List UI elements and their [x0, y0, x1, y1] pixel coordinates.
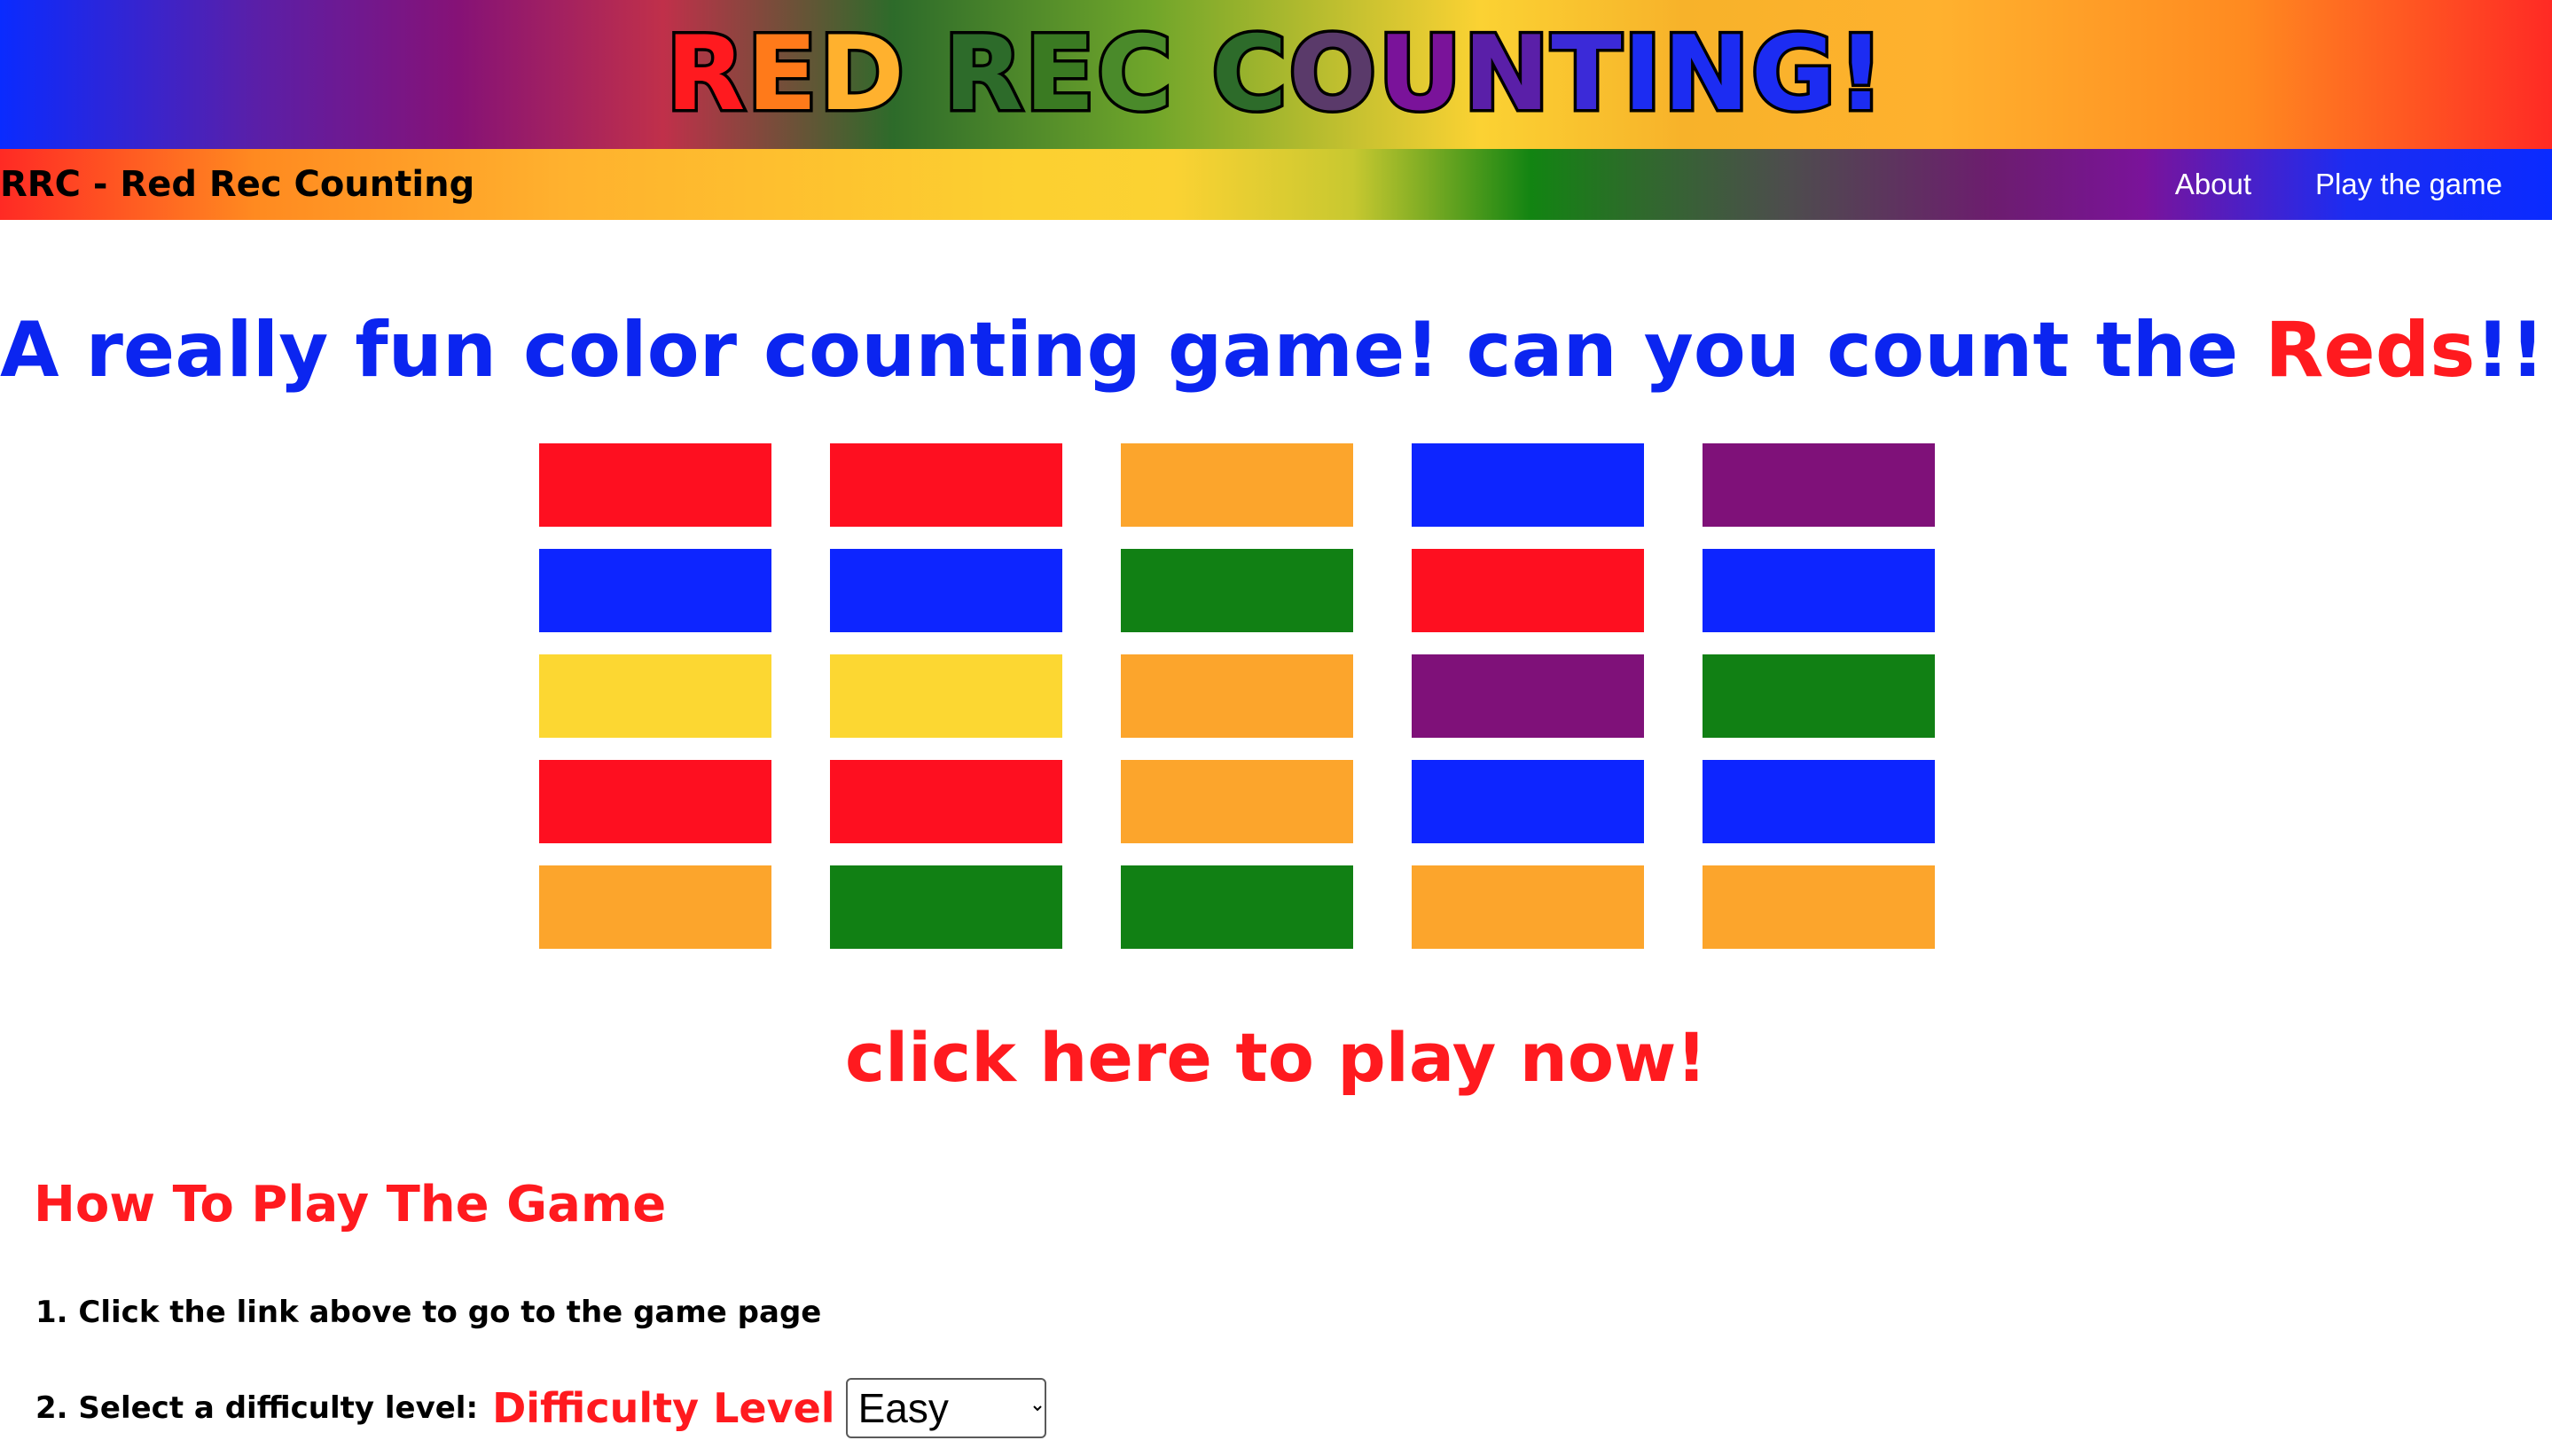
brand-link[interactable]: RRC - Red Rec Counting — [0, 149, 474, 220]
color-rectangle-red — [1412, 549, 1644, 632]
color-rectangle-green — [1121, 549, 1353, 632]
title-letter: E — [1022, 14, 1098, 134]
color-rectangle-red — [539, 760, 771, 843]
step-1: 1. Click the link above to go to the gam… — [35, 1295, 822, 1330]
color-rectangle-grid — [539, 443, 1935, 949]
site-banner: RED REC COUNTING! — [0, 0, 2552, 149]
headline: A really fun color counting game! can yo… — [0, 305, 2552, 395]
title-letter: R — [663, 14, 748, 134]
color-rectangle-purple — [1703, 443, 1935, 527]
color-rectangle-blue — [1703, 760, 1935, 843]
title-letter: ! — [1835, 14, 1888, 134]
title-letter: N — [1660, 14, 1752, 134]
site-title: RED REC COUNTING! — [663, 20, 1888, 129]
nav-links: About Play the game — [2175, 149, 2502, 220]
color-rectangle-red — [539, 443, 771, 527]
step-2: 2. Select a difficulty level: Difficulty… — [35, 1376, 1046, 1440]
color-rectangle-red — [830, 760, 1062, 843]
title-letter — [1174, 14, 1211, 134]
color-rectangle-blue — [1412, 760, 1644, 843]
difficulty-select[interactable]: Easy — [845, 1378, 1046, 1438]
title-letter: E — [744, 14, 820, 134]
step-2-text: 2. Select a difficulty level: — [35, 1390, 479, 1426]
title-letter: R — [941, 14, 1026, 134]
nav-link-play-the-game[interactable]: Play the game — [2315, 168, 2502, 201]
color-rectangle-blue — [830, 549, 1062, 632]
title-letter: I — [1620, 14, 1664, 134]
color-rectangle-orange — [1121, 760, 1353, 843]
color-rectangle-blue — [539, 549, 771, 632]
color-rectangle-yellow — [830, 654, 1062, 738]
headline-text: A really fun color counting game! can yo… — [0, 305, 2266, 395]
color-rectangle-yellow — [539, 654, 771, 738]
color-rectangle-green — [830, 865, 1062, 949]
difficulty-level-label: Difficulty Level — [492, 1384, 835, 1432]
title-letter: T — [1548, 14, 1624, 134]
title-letter: O — [1286, 14, 1380, 134]
title-letter: N — [1460, 14, 1553, 134]
color-rectangle-orange — [1121, 654, 1353, 738]
color-rectangle-orange — [1121, 443, 1353, 527]
color-rectangle-blue — [1703, 549, 1935, 632]
title-letter: C — [1093, 14, 1175, 134]
color-rectangle-purple — [1412, 654, 1644, 738]
color-rectangle-orange — [1412, 865, 1644, 949]
title-letter — [906, 14, 943, 134]
play-now-link[interactable]: click here to play now! — [0, 1018, 2552, 1097]
title-letter: C — [1209, 14, 1290, 134]
color-rectangle-green — [1703, 654, 1935, 738]
title-letter: G — [1748, 14, 1838, 134]
color-rectangle-orange — [1703, 865, 1935, 949]
title-letter: U — [1375, 14, 1465, 134]
headline-reds: Reds — [2265, 305, 2476, 395]
navbar: RRC - Red Rec Counting About Play the ga… — [0, 149, 2552, 220]
how-to-play-heading: How To Play The Game — [34, 1176, 667, 1233]
nav-link-about[interactable]: About — [2175, 168, 2251, 201]
headline-suffix: !!! — [2475, 305, 2552, 395]
color-rectangle-blue — [1412, 443, 1644, 527]
color-rectangle-red — [830, 443, 1062, 527]
title-letter: D — [816, 14, 907, 134]
color-rectangle-green — [1121, 865, 1353, 949]
color-rectangle-orange — [539, 865, 771, 949]
